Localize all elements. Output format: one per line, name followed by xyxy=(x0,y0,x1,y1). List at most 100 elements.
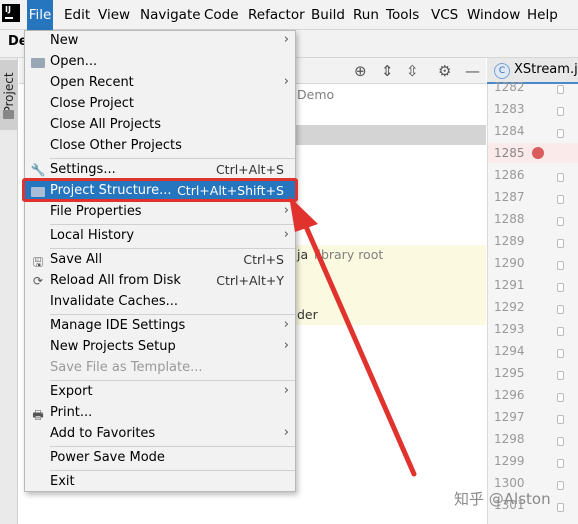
menu-item-close-all-projects[interactable]: Close All Projects xyxy=(25,115,295,136)
fold-marker-icon[interactable] xyxy=(557,371,564,380)
line-number: 1299 xyxy=(494,454,525,468)
line-number: 1297 xyxy=(494,410,525,424)
chevron-right-icon: › xyxy=(283,383,289,398)
line-number: 1295 xyxy=(494,366,525,380)
fold-marker-icon[interactable] xyxy=(557,481,564,490)
chevron-right-icon: › xyxy=(283,425,289,440)
fold-marker-icon[interactable] xyxy=(557,107,564,116)
menu-item-exit[interactable]: Exit xyxy=(25,472,295,493)
menu-item-invalidate-caches[interactable]: Invalidate Caches... xyxy=(25,292,295,313)
menu-separator xyxy=(50,470,295,471)
fold-marker-icon[interactable] xyxy=(557,305,564,314)
menu-window[interactable]: Window xyxy=(467,0,520,30)
line-number: 1292 xyxy=(494,300,525,314)
chevron-right-icon: › xyxy=(283,74,289,89)
menu-refactor[interactable]: Refactor xyxy=(248,0,305,30)
line-number: 1291 xyxy=(494,278,525,292)
intellij-logo-icon: IJ xyxy=(2,4,20,22)
fold-marker-icon[interactable] xyxy=(557,503,564,512)
menu-help[interactable]: Help xyxy=(527,0,558,30)
menu-navigate[interactable]: Navigate xyxy=(140,0,201,30)
editor-tab-xstream[interactable]: XStream.java xyxy=(514,62,578,77)
save-disk-icon: 🖫 xyxy=(32,255,44,269)
fold-marker-icon[interactable] xyxy=(557,327,564,336)
line-number: 1282 xyxy=(494,80,525,94)
menu-item-reload-all[interactable]: ⟳ Reload All from Disk Ctrl+Alt+Y xyxy=(25,271,295,292)
annotation-highlight-box xyxy=(22,178,298,202)
menu-item-export[interactable]: Export › xyxy=(25,382,295,403)
project-tree-demo[interactable]: Demo xyxy=(297,87,334,102)
menu-separator xyxy=(50,446,295,447)
fold-marker-icon[interactable] xyxy=(557,393,564,402)
fold-marker-icon[interactable] xyxy=(557,283,564,292)
chevron-right-icon: › xyxy=(283,32,289,47)
menu-tools[interactable]: Tools xyxy=(386,0,419,30)
collapse-all-icon[interactable]: ⇳ xyxy=(406,62,419,80)
file-menu-dropdown: New › Open... Open Recent › Close Project … xyxy=(24,30,296,492)
locate-icon[interactable]: ⊕ xyxy=(354,62,367,80)
menu-item-new[interactable]: New › xyxy=(25,31,295,52)
watermark-text: 知乎 @Alston xyxy=(454,490,551,508)
menu-item-save-all[interactable]: 🖫 Save All Ctrl+S xyxy=(25,250,295,271)
chevron-right-icon: › xyxy=(283,317,289,332)
menu-item-close-project[interactable]: Close Project xyxy=(25,94,295,115)
line-number: 1288 xyxy=(494,212,525,226)
breakpoint-icon[interactable] xyxy=(532,147,544,159)
chevron-right-icon: › xyxy=(283,203,289,218)
menu-item-new-projects-setup[interactable]: New Projects Setup › xyxy=(25,337,295,358)
menu-item-manage-ide-settings[interactable]: Manage IDE Settings › xyxy=(25,316,295,337)
expand-all-icon[interactable]: ⇕ xyxy=(381,62,394,80)
menu-item-power-save-mode[interactable]: Power Save Mode xyxy=(25,448,295,469)
project-tree-selected-row[interactable] xyxy=(296,125,486,145)
fold-marker-icon[interactable] xyxy=(557,195,564,204)
menu-code[interactable]: Code xyxy=(204,0,239,30)
gear-icon[interactable]: ⚙ xyxy=(438,62,451,80)
menu-separator xyxy=(50,158,295,159)
menu-vcs[interactable]: VCS xyxy=(431,0,458,30)
menu-separator xyxy=(50,248,295,249)
menu-bar: IJ File Edit View Navigate Code Refactor… xyxy=(0,0,578,30)
line-number: 1289 xyxy=(494,234,525,248)
menu-build[interactable]: Build xyxy=(311,0,345,30)
line-number: 1286 xyxy=(494,168,525,182)
menu-file[interactable]: File xyxy=(27,0,53,30)
menu-item-add-to-favorites[interactable]: Add to Favorites › xyxy=(25,424,295,445)
menu-item-save-file-as-template: Save File as Template... xyxy=(50,360,203,375)
line-number: 1283 xyxy=(494,102,525,116)
menu-item-file-properties[interactable]: File Properties › xyxy=(25,202,295,223)
fold-marker-icon[interactable] xyxy=(557,129,564,138)
project-tree-ja[interactable]: ja xyxy=(297,247,308,262)
line-number: 1290 xyxy=(494,256,525,270)
project-tree-der[interactable]: der xyxy=(297,307,318,322)
menu-item-print[interactable]: 🖶 Print... xyxy=(25,403,295,424)
wrench-icon: 🔧 xyxy=(30,163,46,177)
fold-marker-icon[interactable] xyxy=(557,217,564,226)
printer-icon: 🖶 xyxy=(32,408,44,422)
menu-edit[interactable]: Edit xyxy=(64,0,90,30)
fold-marker-icon[interactable] xyxy=(557,173,564,182)
menu-separator xyxy=(50,314,295,315)
fold-marker-icon[interactable] xyxy=(557,239,564,248)
fold-marker-icon[interactable] xyxy=(557,85,564,94)
menu-item-close-other-projects[interactable]: Close Other Projects xyxy=(25,136,295,157)
menu-item-open[interactable]: Open... xyxy=(25,52,295,73)
java-class-icon: C xyxy=(494,63,510,79)
minimize-icon[interactable]: — xyxy=(465,62,480,80)
fold-marker-icon[interactable] xyxy=(557,437,564,446)
menu-view[interactable]: View xyxy=(98,0,130,30)
menu-item-local-history[interactable]: Local History › xyxy=(25,226,295,247)
menu-separator xyxy=(50,380,295,381)
folder-icon xyxy=(3,110,14,119)
fold-marker-icon[interactable] xyxy=(557,415,564,424)
reload-icon: ⟳ xyxy=(32,274,44,288)
line-number: 1294 xyxy=(494,344,525,358)
line-number: 1284 xyxy=(494,124,525,138)
line-number: 1285 xyxy=(494,146,525,160)
fold-marker-icon[interactable] xyxy=(557,459,564,468)
menu-item-open-recent[interactable]: Open Recent › xyxy=(25,73,295,94)
project-tree-library-root: library root xyxy=(314,247,384,262)
fold-marker-icon[interactable] xyxy=(557,261,564,270)
fold-marker-icon[interactable] xyxy=(557,349,564,358)
menu-run[interactable]: Run xyxy=(353,0,379,30)
menu-separator xyxy=(50,224,295,225)
